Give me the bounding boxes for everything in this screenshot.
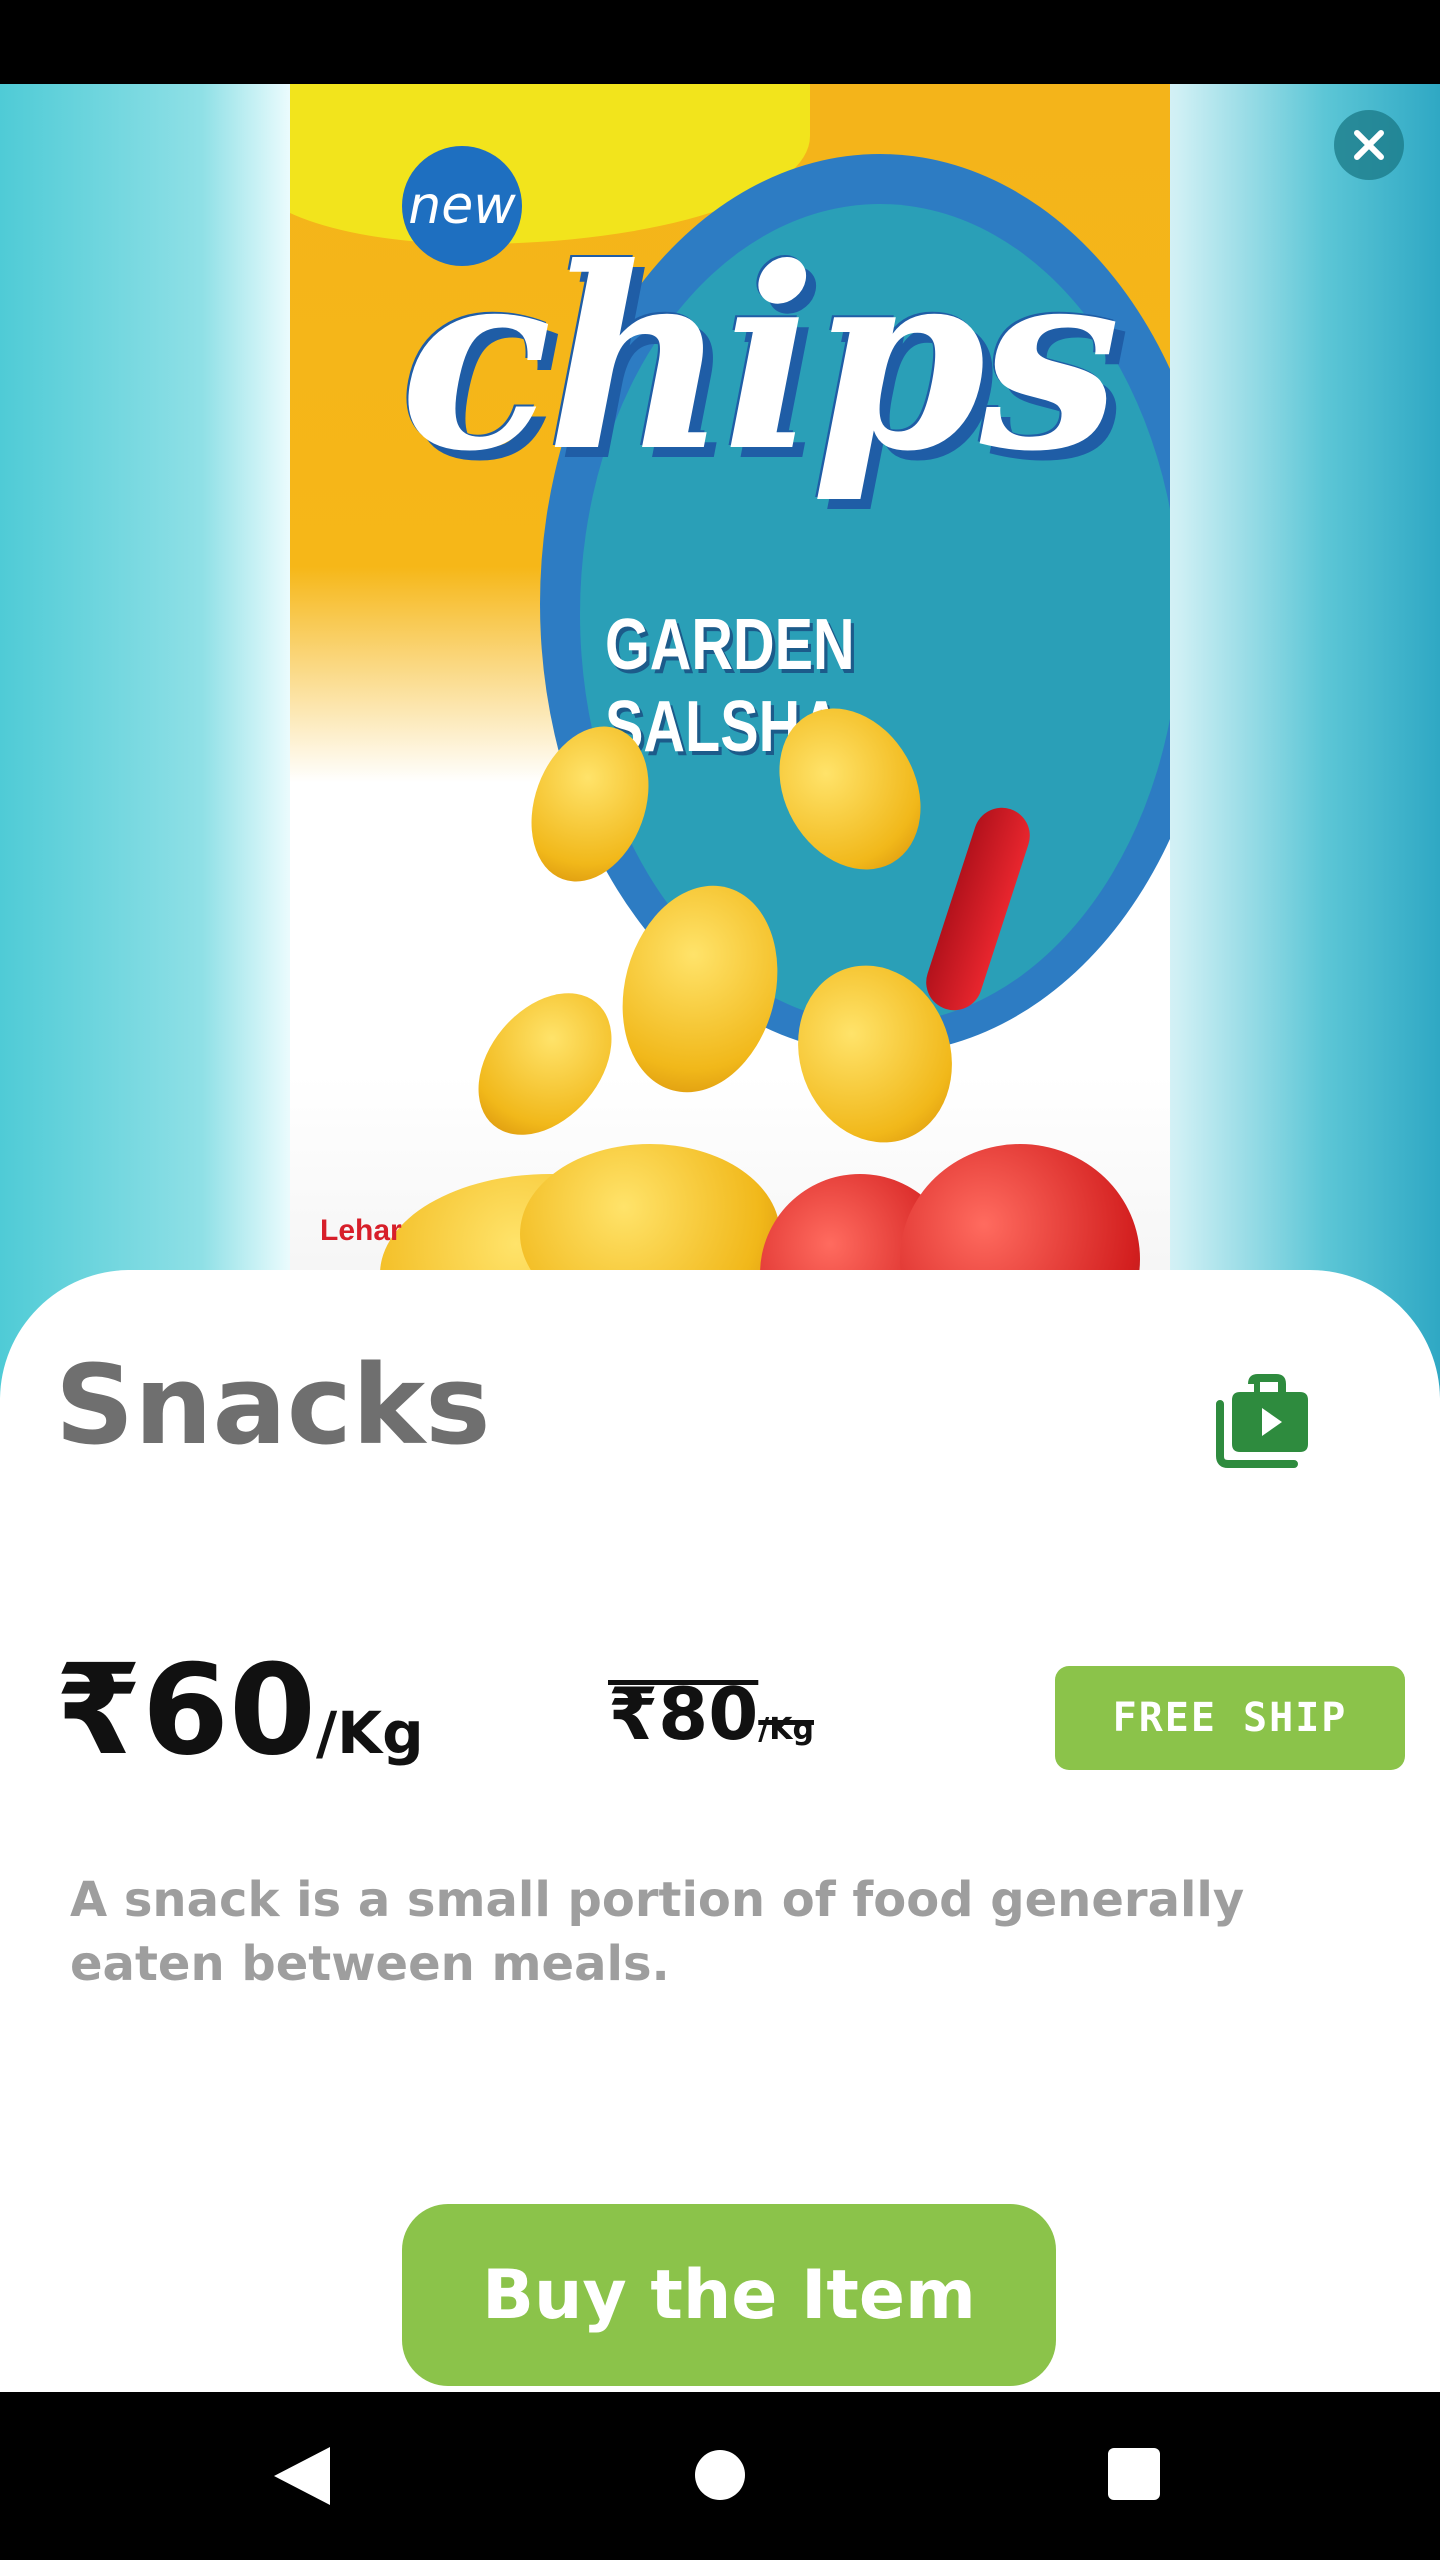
- home-circle-icon[interactable]: [695, 2450, 745, 2500]
- original-price: ₹80/Kg: [608, 1672, 814, 1756]
- packet-brand-word: chips: [400, 212, 1121, 506]
- back-triangle-icon[interactable]: [268, 2443, 338, 2509]
- recents-square-icon[interactable]: [1108, 2448, 1160, 2500]
- close-button[interactable]: [1334, 110, 1404, 180]
- free-ship-badge: FREE SHIP: [1055, 1666, 1405, 1770]
- product-image: new chips GARDEN SALSHA Lehar: [0, 84, 1440, 1434]
- current-price-unit: /Kg: [315, 1699, 424, 1767]
- shopping-bag-play-icon: [1216, 1374, 1308, 1468]
- original-price-amount: ₹80: [608, 1672, 759, 1756]
- status-bar: [0, 0, 1440, 84]
- chip-graphic: [451, 967, 639, 1161]
- packet-maker-logo: Lehar: [320, 1214, 402, 1247]
- buy-item-button[interactable]: Buy the Item: [402, 2204, 1056, 2386]
- current-price: ₹60/Kg: [55, 1648, 424, 1773]
- product-description: A snack is a small portion of food gener…: [70, 1872, 1245, 1992]
- chips-packet-image: new chips GARDEN SALSHA Lehar: [290, 84, 1170, 1354]
- close-icon: [1354, 130, 1384, 160]
- shop-video-button[interactable]: [1210, 1370, 1315, 1470]
- current-price-amount: ₹60: [55, 1638, 316, 1783]
- product-title: Snacks: [55, 1341, 491, 1469]
- original-price-unit: /Kg: [758, 1712, 814, 1747]
